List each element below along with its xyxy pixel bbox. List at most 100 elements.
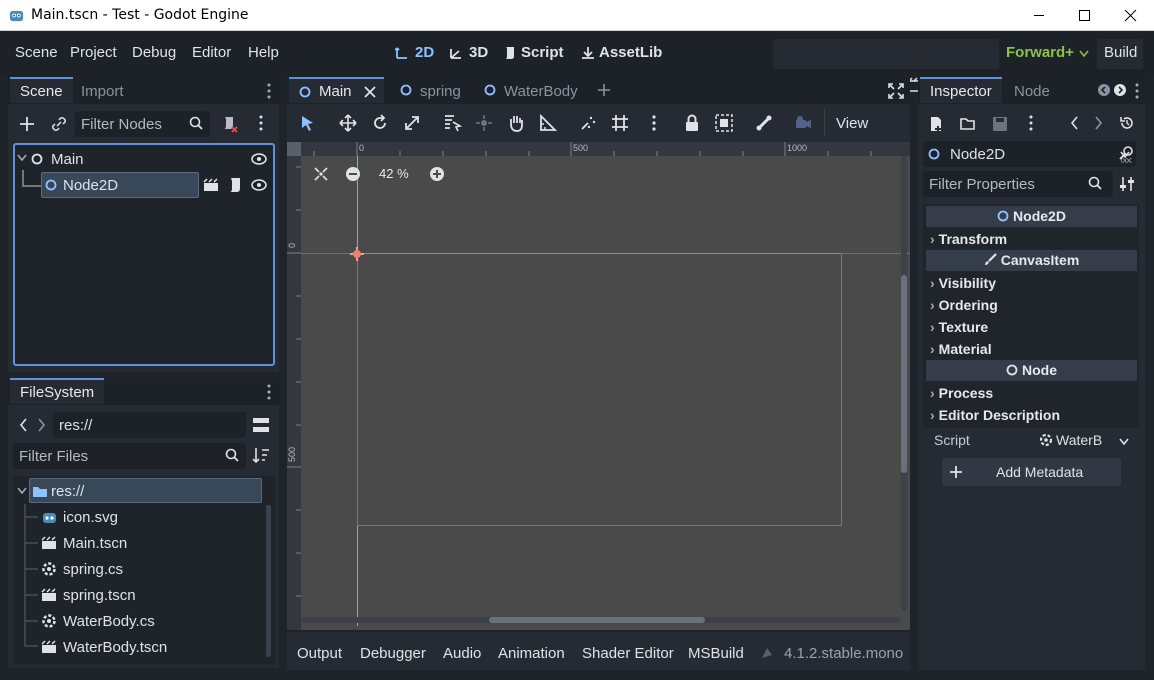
filesystem-path-input[interactable]: res:// — [53, 412, 246, 438]
bottom-tab-animation[interactable]: Animation — [498, 645, 565, 662]
collapse-arrow-icon[interactable] — [17, 487, 27, 495]
skeleton-icon[interactable] — [754, 113, 774, 133]
open-scene-icon[interactable] — [203, 178, 219, 192]
instance-scene-icon[interactable] — [51, 116, 67, 132]
group-transform[interactable]: › Transform — [930, 231, 1007, 247]
rotate-tool-icon[interactable] — [370, 113, 390, 133]
tree-node-node2d[interactable]: Node2D — [41, 172, 199, 198]
bottom-tab-msbuild[interactable]: MSBuild — [688, 645, 744, 662]
node-type-selector[interactable]: Node2D — [923, 141, 1136, 167]
add-tab-icon[interactable] — [597, 83, 611, 97]
history-forward-icon[interactable] — [1095, 116, 1103, 130]
close-window-button[interactable] — [1108, 0, 1154, 31]
build-button[interactable]: Build — [1097, 39, 1143, 69]
zoom-in-icon[interactable] — [429, 166, 445, 182]
menu-help[interactable]: Help — [248, 44, 279, 61]
workspace-script-button[interactable]: Script — [503, 44, 564, 61]
file-tree-scrollbar[interactable] — [266, 505, 271, 657]
menu-editor[interactable]: Editor — [192, 44, 231, 61]
scale-tool-icon[interactable] — [402, 113, 422, 133]
file-waterbody-cs[interactable]: WaterBody.cs — [63, 613, 155, 630]
tab-filesystem[interactable]: FileSystem — [10, 378, 105, 404]
history-icon[interactable] — [1119, 115, 1135, 131]
visibility-eye-icon[interactable] — [251, 179, 267, 191]
zoom-level[interactable]: 42 % — [379, 166, 409, 181]
bottom-tab-output[interactable]: Output — [297, 645, 342, 662]
group-material[interactable]: › Material — [930, 341, 992, 357]
camera-override-icon[interactable] — [793, 113, 813, 133]
bottom-tab-audio[interactable]: Audio — [443, 645, 481, 662]
menu-debug[interactable]: Debug — [132, 44, 176, 61]
inspector-options-icon[interactable] — [1119, 176, 1135, 192]
file-tree-root[interactable]: res:// — [29, 478, 262, 503]
workspace-assetlib-button[interactable]: AssetLib — [581, 44, 662, 61]
tab-spring[interactable]: spring — [390, 77, 471, 103]
group-visibility[interactable]: › Visibility — [930, 275, 996, 291]
dock-menu-icon[interactable] — [266, 83, 272, 99]
filter-properties-input[interactable]: Filter Properties — [923, 171, 1113, 197]
tab-main[interactable]: Main — [289, 77, 384, 103]
menu-scene[interactable]: Scene — [15, 44, 58, 61]
tree-node-main[interactable]: Main — [51, 151, 84, 168]
workspace-2d-button[interactable]: 2D — [395, 44, 434, 61]
viewport-vscroll-thumb[interactable] — [901, 275, 907, 473]
new-resource-icon[interactable] — [928, 116, 944, 132]
ruler-tool-icon[interactable] — [538, 113, 558, 133]
history-back-icon[interactable] — [1070, 116, 1078, 130]
doc-icon[interactable]: DOC — [1118, 145, 1136, 163]
split-view-icon[interactable] — [252, 417, 270, 433]
bottom-tab-debugger[interactable]: Debugger — [360, 645, 426, 662]
visibility-eye-icon[interactable] — [251, 153, 267, 165]
snap-options-icon[interactable] — [644, 113, 664, 133]
minimize-button[interactable] — [1016, 0, 1062, 31]
smart-snap-icon[interactable] — [578, 113, 598, 133]
tab-scene[interactable]: Scene — [10, 77, 73, 103]
script-attached-icon[interactable] — [228, 177, 242, 193]
dock-move-left-icon[interactable] — [1098, 84, 1110, 96]
group-icon[interactable] — [714, 113, 734, 133]
file-spring-cs[interactable]: spring.cs — [63, 561, 123, 578]
group-process[interactable]: › Process — [930, 385, 993, 401]
update-spinner-icon[interactable] — [760, 646, 774, 660]
grid-snap-icon[interactable] — [610, 113, 630, 133]
group-texture[interactable]: › Texture — [930, 319, 988, 335]
filter-files-input[interactable]: Filter Files — [13, 443, 246, 469]
save-icon[interactable] — [992, 116, 1008, 132]
scene-tree-menu-icon[interactable] — [258, 115, 264, 131]
node-origin-icon[interactable] — [349, 246, 365, 262]
tab-import[interactable]: Import — [71, 77, 134, 103]
open-folder-icon[interactable] — [960, 116, 976, 132]
tab-node[interactable]: Node — [1004, 77, 1060, 103]
view-menu-button[interactable]: View — [824, 109, 876, 137]
pan-tool-icon[interactable] — [506, 113, 526, 133]
back-arrow-icon[interactable] — [19, 418, 27, 432]
bottom-tab-shader-editor[interactable]: Shader Editor — [582, 645, 674, 662]
close-icon[interactable] — [364, 86, 376, 98]
dock-menu-icon[interactable] — [1134, 83, 1140, 99]
attach-script-icon[interactable] — [221, 115, 239, 133]
group-ordering[interactable]: › Ordering — [930, 297, 998, 313]
script-property-value[interactable]: WaterB — [1036, 428, 1136, 452]
select-tool-icon[interactable] — [298, 113, 318, 133]
distraction-free-icon[interactable] — [888, 83, 904, 99]
file-main-tscn[interactable]: Main.tscn — [63, 535, 127, 552]
maximize-button[interactable] — [1062, 0, 1108, 31]
renderer-select[interactable]: Forward+ — [1006, 44, 1074, 61]
add-node-icon[interactable] — [19, 116, 35, 132]
viewport-hscroll-thumb[interactable] — [489, 617, 705, 623]
workspace-3d-button[interactable]: 3D — [449, 44, 488, 61]
collapse-arrow-icon[interactable] — [17, 154, 27, 162]
dock-menu-icon[interactable] — [266, 384, 272, 400]
center-view-icon[interactable] — [313, 166, 329, 182]
zoom-out-icon[interactable] — [345, 166, 361, 182]
tab-inspector[interactable]: Inspector — [920, 77, 1002, 103]
menu-project[interactable]: Project — [70, 44, 117, 61]
move-tool-icon[interactable] — [338, 113, 358, 133]
file-icon-svg[interactable]: icon.svg — [63, 509, 118, 526]
forward-arrow-icon[interactable] — [38, 418, 46, 432]
group-editor-description[interactable]: › Editor Description — [930, 407, 1060, 423]
file-waterbody-tscn[interactable]: WaterBody.tscn — [63, 639, 167, 656]
list-select-icon[interactable] — [442, 113, 462, 133]
lock-icon[interactable] — [682, 113, 702, 133]
file-spring-tscn[interactable]: spring.tscn — [63, 587, 136, 604]
